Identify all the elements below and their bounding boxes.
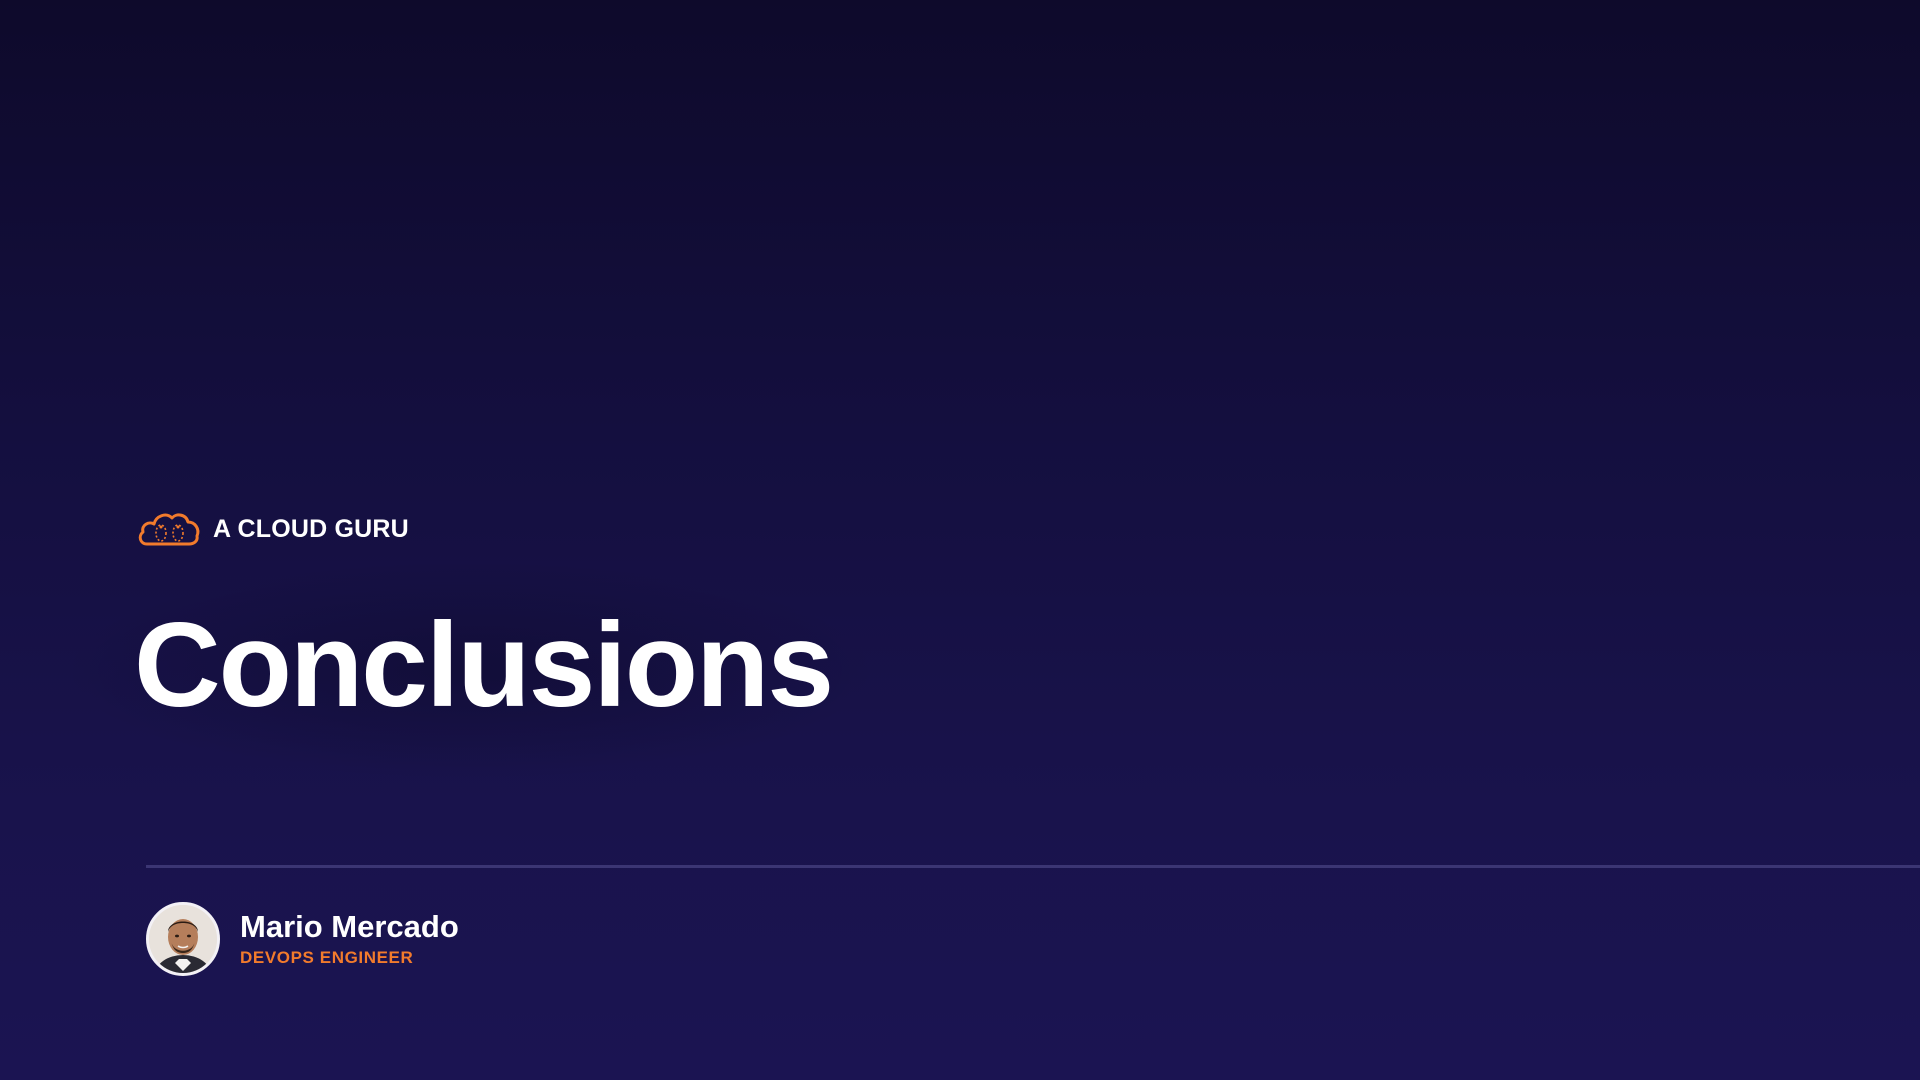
title-slide: A CLOUD GURU Conclusions Mario Mercado D…	[0, 0, 1920, 1080]
brand-name: A CLOUD GURU	[213, 514, 409, 543]
presenter-name: Mario Mercado	[240, 908, 459, 944]
presenter-block: Mario Mercado DEVOPS ENGINEER	[146, 902, 459, 976]
divider	[146, 865, 1920, 868]
avatar	[146, 902, 220, 976]
brand-header: A CLOUD GURU	[137, 505, 409, 553]
slide-title: Conclusions	[134, 598, 834, 732]
presenter-role: DEVOPS ENGINEER	[240, 948, 414, 968]
cloud-logo-icon	[137, 509, 201, 549]
presenter-text: Mario Mercado DEVOPS ENGINEER	[240, 908, 459, 968]
